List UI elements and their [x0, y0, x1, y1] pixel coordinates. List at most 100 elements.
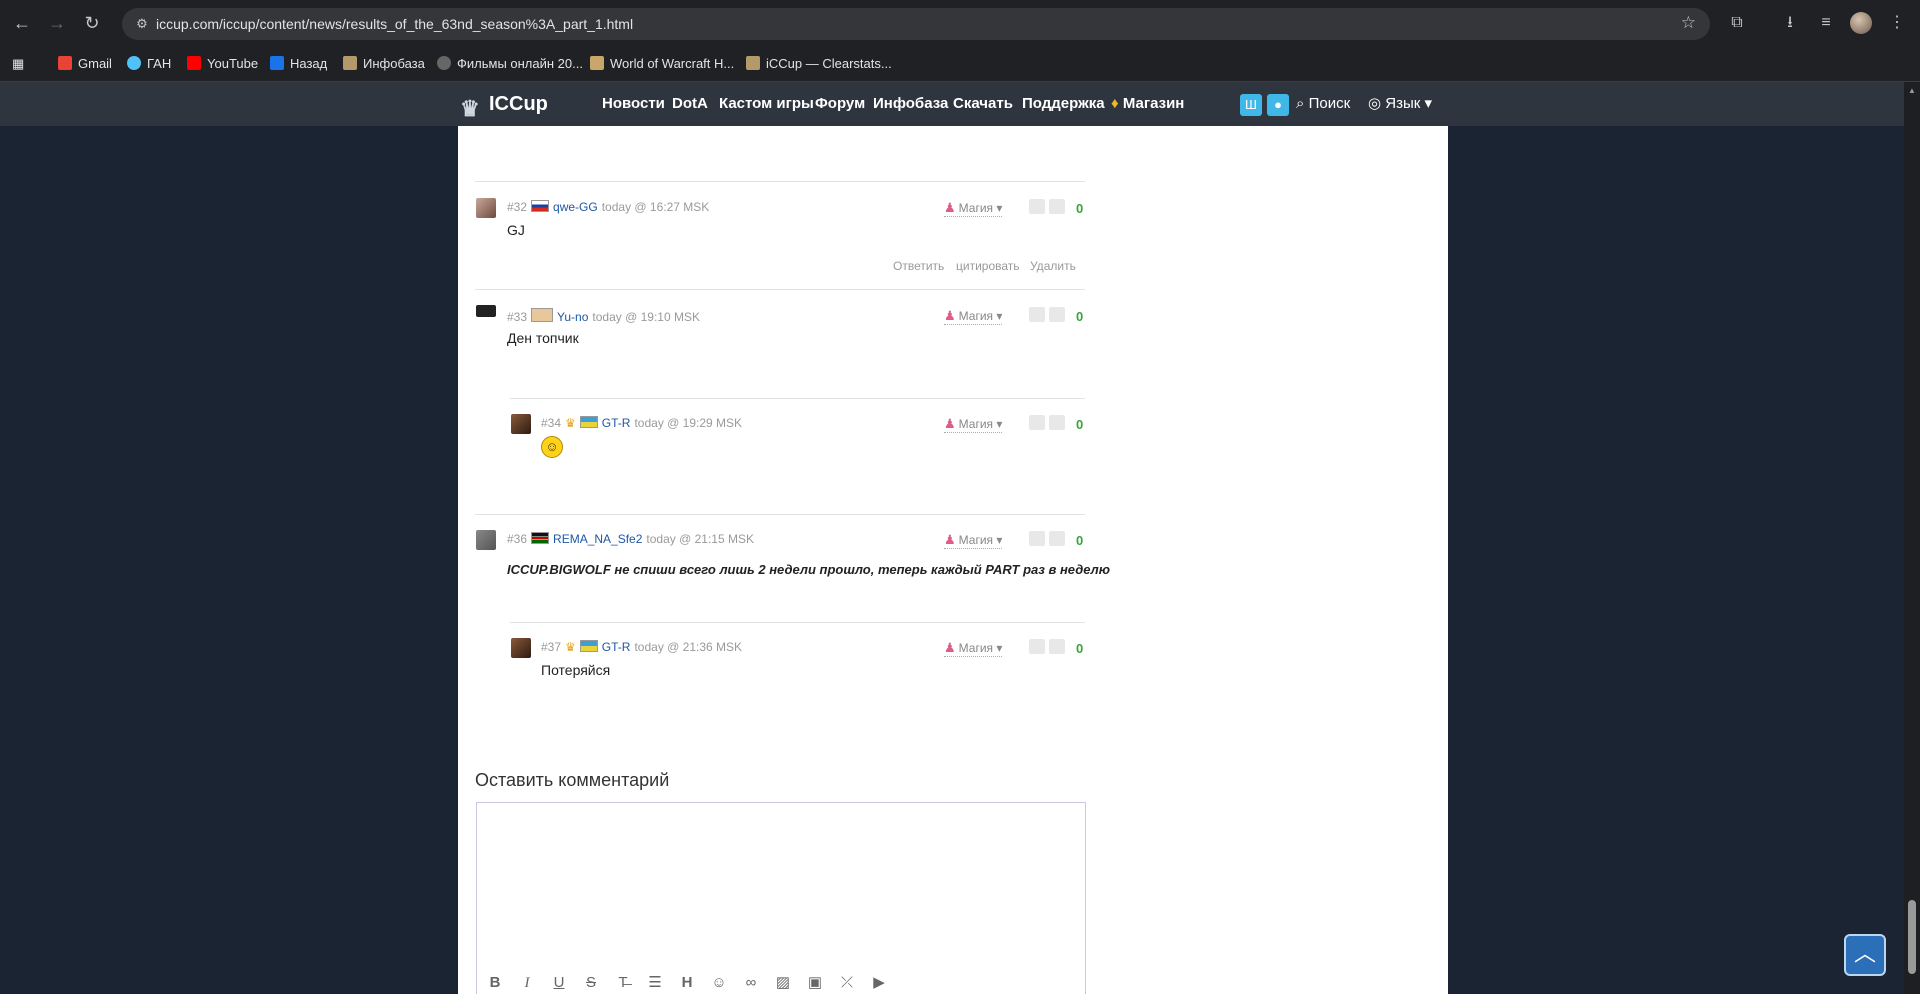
bookmark-iccup[interactable]: iCCup — Clearstats...: [746, 46, 892, 82]
scroll-up-icon[interactable]: ▲: [1908, 86, 1916, 95]
comment-number[interactable]: #32: [507, 200, 527, 214]
comment-time: today @ 19:10 MSK: [592, 310, 700, 324]
heading-icon[interactable]: H: [677, 973, 697, 993]
flag-icon: [531, 532, 550, 544]
comment-time: today @ 16:27 MSK: [601, 200, 710, 214]
dislike-button[interactable]: [1049, 199, 1065, 214]
extensions-icon[interactable]: ⧉: [1726, 12, 1748, 34]
avatar[interactable]: [511, 638, 531, 658]
magic-icon: ♟: [944, 640, 956, 655]
like-button[interactable]: [1029, 307, 1045, 322]
user-icon[interactable]: ●: [1267, 94, 1289, 116]
spoiler-icon[interactable]: ⤫: [837, 973, 857, 993]
scroll-thumb[interactable]: [1908, 900, 1916, 974]
clear-format-icon[interactable]: T̶: [613, 973, 633, 993]
comment-time: today @ 21:15 MSK: [646, 532, 754, 546]
nav-support[interactable]: Поддержка: [1022, 82, 1105, 126]
like-button[interactable]: [1029, 415, 1045, 430]
delete-button[interactable]: Удалить: [1030, 259, 1076, 273]
dislike-button[interactable]: [1049, 415, 1065, 430]
bookmark-films[interactable]: Фильмы онлайн 20...: [437, 46, 583, 82]
avatar[interactable]: [476, 305, 496, 317]
url-text[interactable]: iccup.com/iccup/content/news/results_of_…: [156, 8, 633, 40]
bookmark-star-icon[interactable]: ☆: [1681, 13, 1696, 33]
profile-avatar[interactable]: [1850, 12, 1872, 34]
smiley-icon: ☺: [541, 436, 563, 458]
bookmark-gan[interactable]: ГАН: [127, 46, 171, 82]
nav-infobase[interactable]: Инфобаза: [873, 82, 948, 126]
youtube-icon[interactable]: ▶: [869, 973, 889, 993]
search-button[interactable]: ⌕ Поиск: [1296, 82, 1350, 126]
menu-icon[interactable]: ⋮: [1886, 12, 1908, 34]
twitch-icon[interactable]: Ш: [1240, 94, 1262, 116]
site-info-icon[interactable]: ⚙: [132, 14, 152, 34]
bookmark-infobase[interactable]: Инфобаза: [343, 46, 425, 82]
magic-dropdown[interactable]: ♟ Магия ▾: [944, 308, 1003, 325]
avatar[interactable]: [511, 414, 531, 434]
address-bar[interactable]: ⚙ iccup.com/iccup/content/news/results_o…: [122, 8, 1710, 40]
language-button[interactable]: ◎ Язык ▾: [1368, 82, 1432, 126]
reload-icon[interactable]: ↻: [80, 11, 104, 35]
back-icon[interactable]: ←: [10, 11, 34, 35]
logo-icon: ♛: [460, 96, 480, 121]
download-icon[interactable]: ⭳: [1779, 12, 1801, 34]
avatar[interactable]: [476, 530, 496, 550]
bookmark-gmail[interactable]: Gmail: [58, 46, 112, 82]
comment-number[interactable]: #33: [507, 310, 527, 324]
wow-icon: [590, 56, 604, 70]
bookmark-back[interactable]: Назад: [270, 46, 327, 82]
link-icon[interactable]: ∞: [741, 973, 761, 993]
reply-button[interactable]: Ответить: [893, 259, 944, 273]
forward-icon[interactable]: →: [45, 11, 69, 35]
comment-author[interactable]: GT-R: [602, 640, 631, 654]
gallery-icon[interactable]: ▣: [805, 973, 825, 993]
comment-text: Потеряйся: [541, 662, 611, 678]
leave-comment-title: Оставить комментарий: [475, 770, 670, 790]
nav-custom[interactable]: Кастом игры: [719, 82, 814, 126]
like-button[interactable]: [1029, 639, 1045, 654]
nav-shop[interactable]: ♦ Магазин: [1111, 82, 1184, 126]
underline-icon[interactable]: U: [549, 973, 569, 993]
list-icon[interactable]: ☰: [645, 973, 665, 993]
dislike-button[interactable]: [1049, 307, 1065, 322]
comment-author[interactable]: GT-R: [602, 416, 631, 430]
scrollbar[interactable]: ▲: [1904, 82, 1920, 994]
comment-author[interactable]: REMA_NA_Sfe2: [553, 532, 642, 546]
italic-icon[interactable]: I: [517, 973, 537, 993]
quote-button[interactable]: цитировать: [956, 259, 1020, 273]
magic-dropdown[interactable]: ♟ Магия ▾: [944, 532, 1003, 549]
comment-meta: #33 Yu-no today @ 19:10 MSK: [507, 308, 700, 324]
bold-icon[interactable]: B: [485, 973, 505, 993]
apps-icon[interactable]: ▦: [12, 46, 24, 82]
magic-dropdown[interactable]: ♟ Магия ▾: [944, 200, 1003, 217]
comment-author[interactable]: qwe-GG: [553, 200, 598, 214]
back-to-top-button[interactable]: ︿: [1844, 934, 1886, 976]
strike-icon[interactable]: S: [581, 973, 601, 993]
magic-dropdown[interactable]: ♟ Магия ▾: [944, 640, 1003, 657]
comment-textarea[interactable]: [477, 803, 1085, 963]
comment-meta: #32 qwe-GG today @ 16:27 MSK: [507, 200, 709, 214]
like-button[interactable]: [1029, 531, 1045, 546]
comment-author[interactable]: Yu-no: [557, 310, 588, 324]
media-icon[interactable]: ≡: [1815, 12, 1837, 34]
bookmark-youtube[interactable]: YouTube: [187, 46, 258, 82]
main-content: #32 qwe-GG today @ 16:27 MSK ♟ Магия ▾ 0 GJ…: [458, 126, 1448, 994]
avatar[interactable]: [476, 198, 496, 218]
comment-divider: [475, 514, 1085, 515]
like-button[interactable]: [1029, 199, 1045, 214]
dislike-button[interactable]: [1049, 531, 1065, 546]
site-logo[interactable]: ♛ ICCup: [460, 88, 548, 121]
magic-dropdown[interactable]: ♟ Магия ▾: [944, 416, 1003, 433]
dislike-button[interactable]: [1049, 639, 1065, 654]
bookmark-wow[interactable]: World of Warcraft H...: [590, 46, 734, 82]
image-icon[interactable]: ▨: [773, 973, 793, 993]
nav-news[interactable]: Новости: [602, 82, 665, 126]
comment-text: ICCUP.BIGWOLF не спиши всего лишь 2 неде…: [507, 562, 1110, 577]
comment-number[interactable]: #37: [541, 640, 561, 654]
comment-number[interactable]: #36: [507, 532, 527, 546]
comment-number[interactable]: #34: [541, 416, 561, 430]
nav-download[interactable]: Скачать: [953, 82, 1013, 126]
nav-forum[interactable]: Форум: [815, 82, 865, 126]
emoji-icon[interactable]: ☺: [709, 973, 729, 993]
nav-dota[interactable]: DotA: [672, 82, 708, 126]
